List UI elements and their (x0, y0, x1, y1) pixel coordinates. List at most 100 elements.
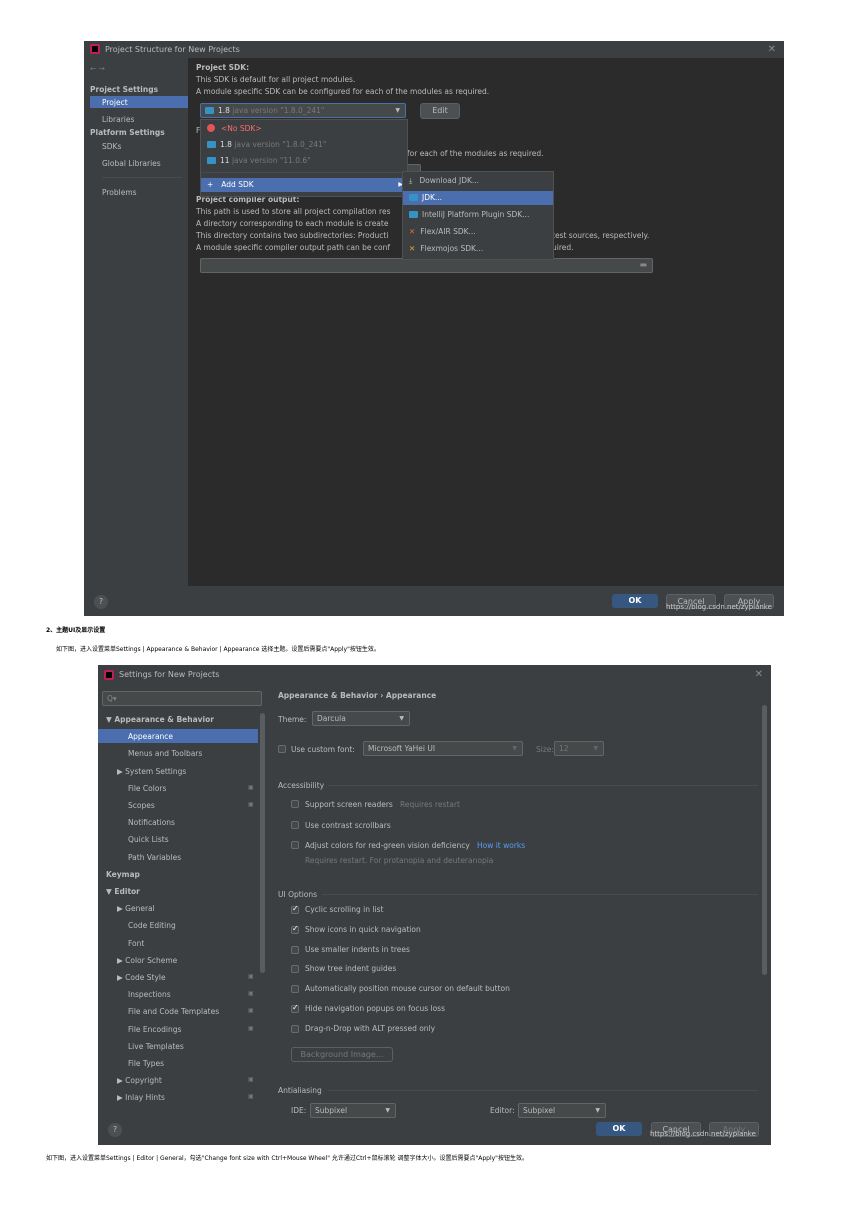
sidebar-scrollbar[interactable] (260, 713, 265, 973)
tree-item[interactable]: ▼ Appearance & Behavior (98, 712, 258, 726)
close-icon[interactable]: ✕ (768, 41, 776, 58)
adjust-colors-checkbox[interactable] (291, 841, 299, 849)
tree-item-label: ▶ Inlay Hints (117, 1093, 165, 1103)
background-image-button: Background Image... (291, 1047, 393, 1062)
use-custom-font-checkbox[interactable] (278, 745, 286, 753)
tree-item-label: Menus and Toolbars (128, 749, 203, 759)
tree-item[interactable]: ▶ General (98, 901, 258, 915)
ui-options-list: Cyclic scrolling in list Show icons in qu… (268, 904, 768, 1045)
ui-option-checkbox[interactable] (291, 924, 299, 934)
window-title: Project Structure for New Projects (105, 45, 240, 54)
settings-content: Appearance & Behavior › Appearance Theme… (268, 685, 771, 1119)
search-input[interactable]: Q▾ (102, 691, 262, 706)
content-scrollbar[interactable] (762, 705, 767, 975)
tree-item[interactable]: Appearance (98, 729, 258, 744)
submenu-download-jdk-label: Download JDK... (419, 176, 480, 185)
submenu-flex-air-sdk[interactable]: ✕ Flex/AIR SDK... (403, 225, 553, 239)
support-screen-readers-checkbox[interactable] (291, 800, 299, 808)
sidebar-item-project[interactable]: Project (102, 98, 128, 107)
tree-item-label: ▶ General (117, 904, 155, 914)
add-sdk-label: Add SDK (221, 180, 254, 189)
tree-item[interactable]: Path Variables (98, 850, 258, 864)
submenu-flexmojos-sdk[interactable]: ✕ Flexmojos SDK... (403, 242, 553, 256)
project-scope-icon: ▣ (248, 1076, 254, 1084)
submenu-flex-air-sdk-label: Flex/AIR SDK... (420, 227, 476, 236)
sdk-option-no-sdk[interactable]: <No SDK> (201, 122, 407, 136)
tree-item[interactable]: Live Templates (98, 1039, 258, 1053)
compiler-line-1: This path is used to store all project c… (196, 207, 391, 216)
ui-option-checkbox[interactable] (291, 985, 299, 994)
tree-item[interactable]: ▶ Copyright ▣ (98, 1073, 258, 1087)
how-it-works-link[interactable]: How it works (477, 841, 525, 850)
tree-item-label: Scopes (128, 801, 155, 810)
sdk-option-2[interactable]: 11 java version "11.0.6" (201, 154, 407, 168)
tree-item[interactable]: Quick Lists (98, 832, 258, 846)
chevron-down-icon: ▼ (395, 107, 400, 114)
tree-item[interactable]: File Encodings ▣ (98, 1022, 258, 1036)
tree-item[interactable]: ▶ Code Style ▣ (98, 970, 258, 984)
sidebar-heading-project-settings: Project Settings (90, 85, 159, 94)
back-forward-icon[interactable]: ← → (90, 64, 105, 73)
submenu-download-jdk[interactable]: ⤓ Download JDK... (403, 174, 553, 188)
add-sdk-item[interactable]: + Add SDK ▶ (201, 178, 407, 192)
submenu-flexmojos-sdk-label: Flexmojos SDK... (420, 244, 484, 253)
plus-icon: + (207, 180, 214, 189)
sidebar-heading-platform-settings: Platform Settings (90, 128, 165, 137)
tree-item[interactable]: ▶ System Settings (98, 764, 258, 778)
tree-item[interactable]: Menus and Toolbars (98, 746, 258, 760)
sidebar-item-problems[interactable]: Problems (102, 188, 137, 197)
ui-option-checkbox[interactable] (291, 1024, 299, 1033)
submenu-intellij-plugin-sdk[interactable]: IntelliJ Platform Plugin SDK... (403, 208, 553, 222)
sidebar-divider (102, 177, 182, 178)
tree-item[interactable]: Notifications (98, 815, 258, 829)
folder-icon[interactable]: ▬ (639, 260, 647, 269)
ui-option-checkbox[interactable] (291, 904, 299, 914)
tree-item[interactable]: ▶ Inlay Hints ▣ (98, 1090, 258, 1104)
tree-item-label: Code Editing (128, 921, 176, 931)
tree-item-label: Notifications (128, 818, 175, 828)
ui-options-section-title: UI Options (278, 890, 318, 899)
edit-button[interactable]: Edit (420, 103, 460, 119)
intellij-logo-icon (90, 44, 100, 54)
tree-item-label: File Types (128, 1059, 165, 1068)
contrast-scrollbars-checkbox[interactable] (291, 821, 299, 829)
chevron-down-icon: ▼ (399, 715, 404, 722)
ok-button[interactable]: OK (596, 1122, 642, 1136)
tree-item[interactable]: Code Editing (98, 918, 258, 932)
help-button[interactable]: ? (108, 1123, 122, 1137)
close-icon[interactable]: ✕ (755, 665, 763, 685)
tree-item[interactable]: Inspections ▣ (98, 987, 258, 1001)
sdk-dropdown-popup: <No SDK> 1.8 java version "1.8.0_241" 11… (200, 119, 408, 197)
sidebar-item-global-libraries[interactable]: Global Libraries (102, 159, 161, 168)
sidebar-item-sdks[interactable]: SDKs (102, 142, 121, 151)
ui-option-checkbox[interactable] (291, 1003, 299, 1013)
ok-button[interactable]: OK (612, 594, 658, 608)
font-value: Microsoft YaHei UI (368, 744, 436, 753)
submenu-intellij-plugin-sdk-label: IntelliJ Platform Plugin SDK... (422, 210, 530, 219)
tree-item[interactable]: File Types (98, 1056, 258, 1070)
tree-item[interactable]: File Colors ▣ (98, 781, 258, 795)
tree-item[interactable]: ▼ Editor (98, 884, 258, 898)
sidebar-item-libraries[interactable]: Libraries (102, 115, 134, 124)
project-scope-icon: ▣ (248, 1024, 254, 1032)
caption-2: 如下图，进入设置菜单Settings | Editor | General，勾选… (46, 1155, 528, 1162)
tree-item[interactable]: File and Code Templates ▣ (98, 1004, 258, 1018)
help-button[interactable]: ? (94, 595, 108, 609)
sdk-combo[interactable]: 1.8 java version "1.8.0_241" ▼ (200, 103, 406, 118)
ide-antialiasing-combo[interactable]: Subpixel ▼ (310, 1103, 396, 1118)
submenu-jdk[interactable]: JDK... (403, 191, 553, 205)
theme-combo[interactable]: Darcula ▼ (312, 711, 410, 726)
editor-antialiasing-combo[interactable]: Subpixel ▼ (518, 1103, 606, 1118)
tree-item-label: ▼ Appearance & Behavior (106, 715, 214, 724)
project-structure-window: Project Structure for New Projects ✕ ← →… (84, 41, 784, 616)
window-title: Settings for New Projects (119, 670, 220, 679)
compiler-output-path-field[interactable]: ▬ (200, 258, 653, 273)
tree-item[interactable]: Font (98, 936, 258, 950)
tree-item[interactable]: Keymap (98, 867, 258, 881)
jdk-folder-icon (205, 107, 214, 114)
tree-item[interactable]: Scopes ▣ (98, 798, 258, 812)
tree-item[interactable]: ▶ Color Scheme (98, 953, 258, 967)
ui-option-checkbox[interactable] (291, 965, 299, 974)
ui-option-checkbox[interactable] (291, 945, 299, 954)
sdk-option-1[interactable]: 1.8 java version "1.8.0_241" (201, 138, 407, 152)
